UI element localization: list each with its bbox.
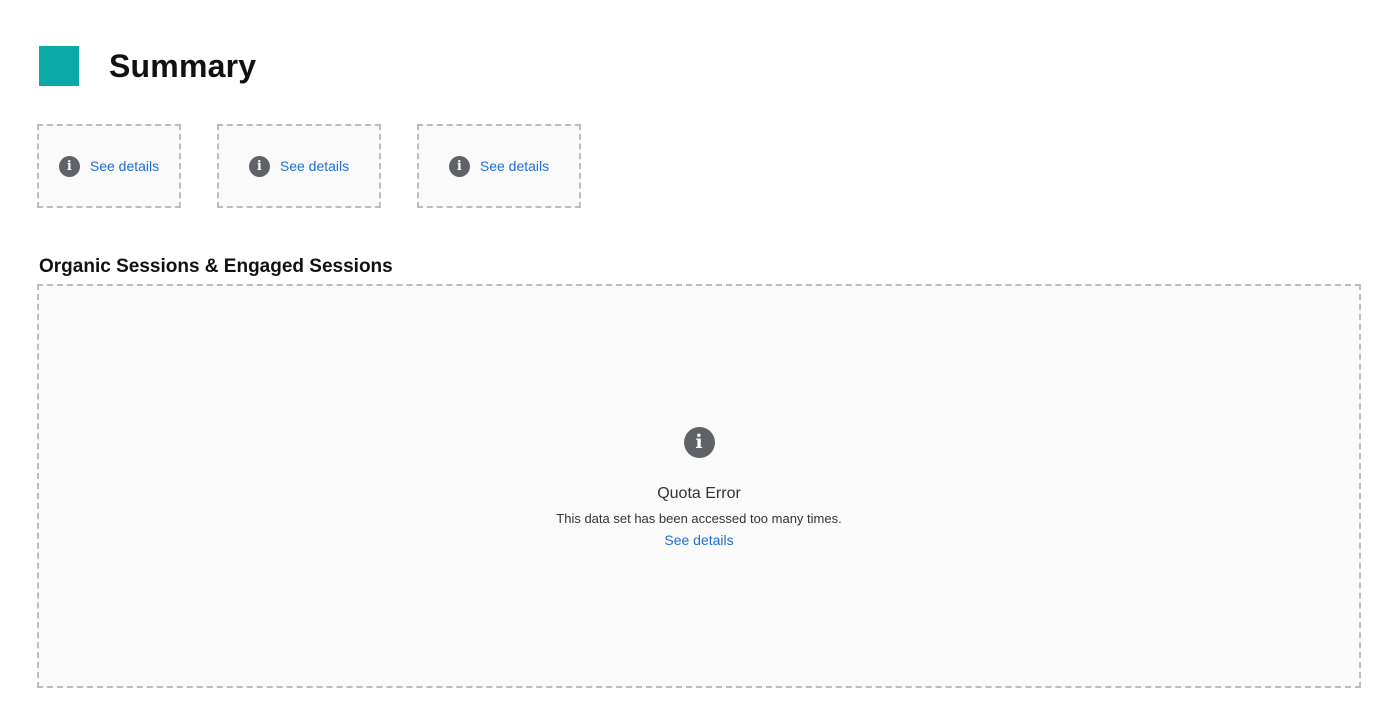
see-details-link[interactable]: See details <box>280 158 349 174</box>
info-icon: i <box>448 155 470 177</box>
see-details-link[interactable]: See details <box>664 532 733 549</box>
brand-logo <box>39 46 79 86</box>
info-icon: i <box>248 155 270 177</box>
info-icon: i <box>58 155 80 177</box>
quota-error-message-block: i Quota Error This data set has been acc… <box>39 427 1359 549</box>
report-page: Summary i See details i See details i Se… <box>0 0 1397 719</box>
scorecard-error-3: i See details <box>417 124 581 208</box>
error-title: Quota Error <box>657 485 741 502</box>
scorecard-error-2: i See details <box>217 124 381 208</box>
page-title: Summary <box>109 48 257 84</box>
chart-section-title: Organic Sessions & Engaged Sessions <box>39 256 393 277</box>
scorecard-error-1: i See details <box>37 124 181 208</box>
info-icon: i <box>683 427 715 458</box>
see-details-link[interactable]: See details <box>480 158 549 174</box>
error-description: This data set has been accessed too many… <box>556 511 842 526</box>
chart-error-panel: i Quota Error This data set has been acc… <box>37 284 1361 688</box>
see-details-link[interactable]: See details <box>90 158 159 174</box>
page-header: Summary <box>39 46 256 86</box>
